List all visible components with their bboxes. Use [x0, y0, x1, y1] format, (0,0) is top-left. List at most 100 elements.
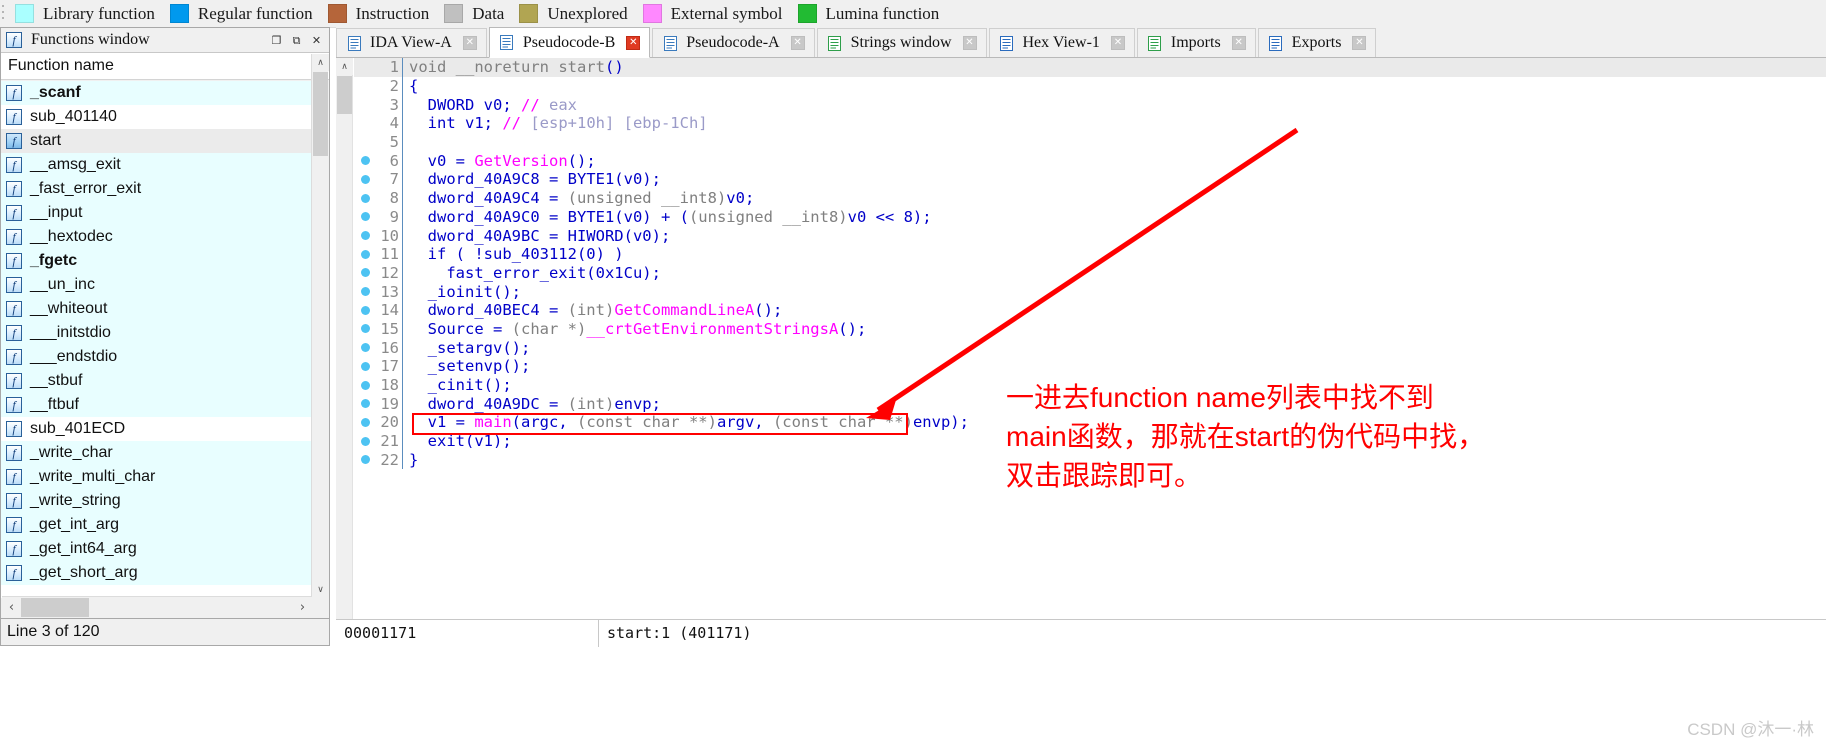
code-vertical-scrollbar[interactable]: ∧	[336, 58, 353, 619]
line-number: 9	[389, 207, 399, 226]
breakpoint-marker-icon[interactable]	[354, 399, 376, 409]
function-list[interactable]: f _scanf f sub_401140 f start f __amsg_exit f _fa…	[1, 81, 312, 598]
code-line[interactable]: 9 dword_40A9C0 = BYTE1(v0) + ((unsigned …	[354, 207, 1826, 227]
breakpoint-marker-icon[interactable]	[354, 174, 376, 184]
function-list-item[interactable]: f _get_int64_arg	[1, 537, 312, 561]
function-list-item[interactable]: f start	[1, 129, 312, 153]
functions-window-titlebar: f Functions window ❐ ⧉ ✕	[1, 28, 329, 53]
code-line[interactable]: 10 dword_40A9BC = HIWORD(v0);	[354, 226, 1826, 245]
close-window-button[interactable]: ✕	[309, 33, 324, 47]
tab-exports[interactable]: Exports ✕	[1257, 28, 1377, 57]
scroll-right-icon[interactable]: ›	[293, 598, 312, 617]
breakpoint-marker-icon[interactable]	[354, 305, 376, 315]
function-list-item[interactable]: f _fast_error_exit	[1, 177, 312, 201]
breakpoint-marker-icon[interactable]	[354, 193, 376, 203]
pseudocode-editor-pane[interactable]: ∧ 1 void __noreturn start() 2{3 DWORD v0; …	[336, 58, 1826, 619]
function-list-item[interactable]: f _scanf	[1, 81, 312, 105]
line-number-separator	[402, 132, 403, 152]
function-list-item[interactable]: f __un_inc	[1, 273, 312, 297]
breakpoint-marker-icon[interactable]	[354, 268, 376, 278]
code-line[interactable]: 6 v0 = GetVersion();	[354, 151, 1826, 171]
breakpoint-marker-icon[interactable]	[354, 436, 376, 446]
function-list-horizontal-scrollbar[interactable]: ‹ ›	[2, 596, 312, 617]
code-line[interactable]: 14 dword_40BEC4 = (int)GetCommandLineA()…	[354, 300, 1826, 320]
code-line[interactable]: 16 _setargv();	[354, 338, 1826, 357]
code-line[interactable]: 13 _ioinit();	[354, 282, 1826, 301]
tab-pseudocode-a[interactable]: Pseudocode-A ✕	[652, 28, 815, 57]
function-icon: f	[6, 133, 22, 149]
tab-close-icon[interactable]: ✕	[626, 35, 641, 50]
toolbar-drag-grip[interactable]	[1, 2, 9, 25]
function-list-item[interactable]: f _fgetc	[1, 249, 312, 273]
code-scroll-up-icon[interactable]: ∧	[336, 58, 353, 75]
code-line[interactable]: 2{	[354, 76, 1826, 96]
code-line[interactable]: 4 int v1; // [esp+10h] [ebp-1Ch]	[354, 114, 1826, 133]
scroll-left-icon[interactable]: ‹	[2, 598, 21, 617]
breakpoint-marker-icon[interactable]	[354, 212, 376, 222]
function-list-vertical-scrollbar[interactable]: ∧ ∨	[311, 54, 329, 598]
tab-strings-window[interactable]: Strings window ✕	[816, 28, 987, 57]
breakpoint-marker-icon[interactable]	[354, 455, 376, 465]
function-list-item-label: ___initstdio	[30, 324, 111, 341]
code-line[interactable]: 17 _setenvp();	[354, 357, 1826, 376]
function-icon: f	[6, 397, 22, 413]
tab-close-icon[interactable]: ✕	[462, 36, 477, 50]
horizontal-scroll-thumb[interactable]	[21, 597, 89, 617]
function-name-column-header[interactable]: Function name	[1, 53, 329, 80]
code-line[interactable]: 7 dword_40A9C8 = BYTE1(v0);	[354, 170, 1826, 189]
function-list-item[interactable]: f sub_401ECD	[1, 417, 312, 441]
breakpoint-marker-icon[interactable]	[354, 249, 376, 259]
tab-ida-view-a[interactable]: IDA View-A ✕	[336, 28, 487, 57]
restore-window-button[interactable]: ❐	[269, 33, 284, 47]
tab-imports[interactable]: Imports ✕	[1136, 28, 1256, 57]
function-list-item[interactable]: f __hextodec	[1, 225, 312, 249]
function-list-item[interactable]: f __ftbuf	[1, 393, 312, 417]
tab-hex-view-1[interactable]: Hex View-1 ✕	[988, 28, 1135, 57]
function-list-item[interactable]: f sub_401140	[1, 105, 312, 129]
code-line[interactable]: 8 dword_40A9C4 = (unsigned __int8)v0;	[354, 188, 1826, 208]
breakpoint-marker-icon[interactable]	[354, 361, 376, 371]
function-list-item-label: ___endstdio	[30, 348, 118, 365]
scroll-up-icon[interactable]: ∧	[312, 54, 329, 71]
breakpoint-marker-icon[interactable]	[354, 287, 376, 297]
code-line[interactable]: 3 DWORD v0; // eax	[354, 95, 1826, 115]
code-line[interactable]: 11 if ( !sub_403112(0) )	[354, 244, 1826, 264]
code-line[interactable]: 15 Source = (char *)__crtGetEnvironmentS…	[354, 319, 1826, 339]
breakpoint-marker-icon[interactable]	[354, 380, 376, 390]
code-line-text: void __noreturn start()	[409, 58, 624, 77]
function-list-item[interactable]: f _get_int_arg	[1, 513, 312, 537]
breakpoint-marker-icon[interactable]	[354, 417, 376, 427]
breakpoint-marker-icon[interactable]	[354, 231, 376, 241]
tab-close-icon[interactable]: ✕	[1352, 36, 1367, 50]
maximize-window-button[interactable]: ⧉	[289, 33, 304, 47]
function-list-item[interactable]: f __input	[1, 201, 312, 225]
tab-close-icon[interactable]: ✕	[1110, 36, 1125, 50]
pseudocode-icon	[662, 35, 678, 51]
breakpoint-marker-icon[interactable]	[354, 324, 376, 334]
scroll-down-icon[interactable]: ∨	[312, 581, 329, 598]
function-list-item[interactable]: f ___initstdio	[1, 321, 312, 345]
function-list-item[interactable]: f __whiteout	[1, 297, 312, 321]
function-list-item[interactable]: f __amsg_exit	[1, 153, 312, 177]
code-line[interactable]: 12 fast_error_exit(0x1Cu);	[354, 263, 1826, 283]
breakpoint-marker-icon[interactable]	[354, 156, 376, 166]
annotation-line-2: main函数，那就在start的伪代码中找，	[1006, 421, 1486, 452]
code-line[interactable]: 1 void __noreturn start()	[354, 58, 1826, 77]
line-number: 12	[380, 263, 399, 282]
vertical-scroll-thumb[interactable]	[313, 72, 328, 156]
tab-close-icon[interactable]: ✕	[1231, 36, 1246, 50]
pseudocode-text[interactable]: 1 void __noreturn start() 2{3 DWORD v0; //…	[354, 58, 1826, 619]
function-list-item[interactable]: f ___endstdio	[1, 345, 312, 369]
function-list-item[interactable]: f _write_multi_char	[1, 465, 312, 489]
function-list-item[interactable]: f __stbuf	[1, 369, 312, 393]
code-line[interactable]: 5	[354, 132, 1826, 152]
breakpoint-marker-icon[interactable]	[354, 343, 376, 353]
function-list-item[interactable]: f _write_char	[1, 441, 312, 465]
tab-close-icon[interactable]: ✕	[790, 36, 805, 50]
code-vertical-scroll-thumb[interactable]	[337, 76, 352, 114]
tab-close-icon[interactable]: ✕	[962, 36, 977, 50]
tab-pseudocode-b[interactable]: Pseudocode-B ✕	[488, 27, 651, 58]
function-list-item[interactable]: f _write_string	[1, 489, 312, 513]
function-list-item[interactable]: f _get_short_arg	[1, 561, 312, 585]
legend-swatch-instruction	[327, 4, 347, 23]
